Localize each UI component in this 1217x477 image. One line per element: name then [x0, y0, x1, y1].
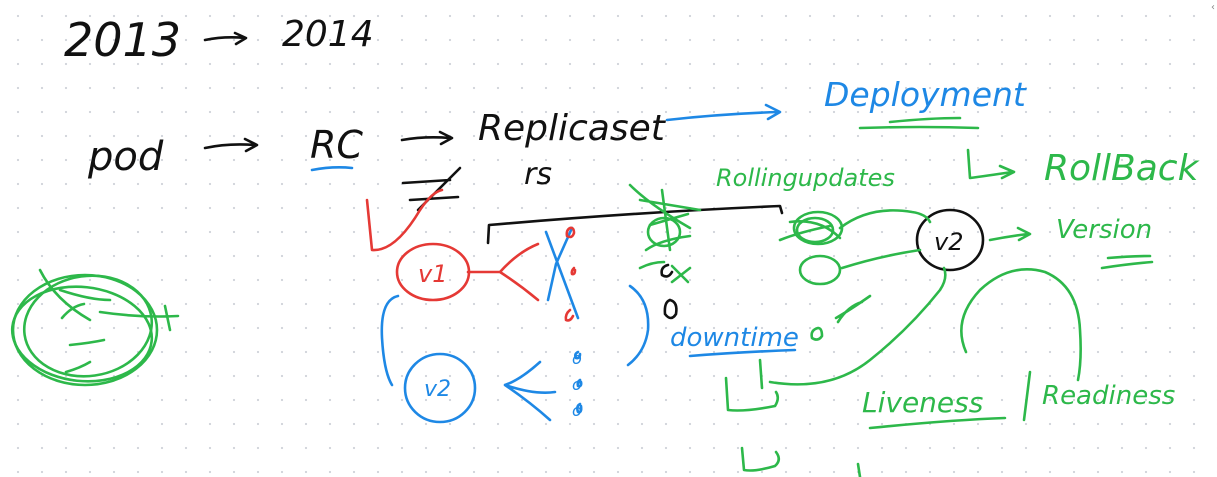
rc-text: RC: [310, 123, 363, 167]
version-text: Version: [1056, 215, 1152, 245]
pod-red-3: [564, 308, 575, 322]
green-tick-bottom: [856, 462, 862, 477]
v1-text: v1: [418, 260, 447, 288]
pod-circle-3: o: [572, 401, 582, 420]
arrow-replicaset-deployment: [665, 103, 782, 122]
blue-fork-v2: [503, 360, 557, 422]
rs-text: rs: [524, 157, 552, 192]
pod-black-1: [660, 263, 674, 278]
green-pod-scribble-2: [778, 210, 844, 246]
deployment-text: Deployment: [824, 75, 1027, 114]
pod-circle-1: o: [572, 349, 582, 368]
downtime-text: downtime: [670, 323, 799, 353]
year-to-text: 2014: [282, 14, 374, 55]
year-from-text: 2013: [64, 13, 181, 67]
green-connect-mid: [840, 248, 922, 270]
red-fork: [466, 242, 540, 302]
replicaset-text: Replicaset: [478, 108, 667, 149]
arrow-year: [203, 31, 248, 46]
liveness-underline: [868, 416, 1007, 430]
whiteboard-canvas[interactable]: 2013 2014 pod RC Replicaset rs Deploymen…: [0, 0, 1217, 477]
readiness-text: Readiness: [1042, 381, 1175, 411]
not-equal-sign: [401, 166, 462, 212]
liveness-text: Liveness: [862, 386, 983, 419]
arrow-rc-replicaset: [400, 130, 454, 146]
pod-black-2: [663, 298, 678, 320]
green-hook-3: [740, 446, 781, 472]
arrow-pod-rc: [203, 137, 259, 153]
rollback-hook: [966, 148, 1016, 180]
pod-red-2: [570, 266, 577, 276]
blue-arc-left: [380, 294, 400, 387]
pod-circle-2: o: [572, 375, 582, 394]
v2-blue-text: v2: [424, 377, 451, 402]
rc-underline: [310, 166, 354, 172]
pod-text: pod: [87, 134, 164, 180]
green-arrow-small-2: [670, 264, 692, 284]
liveness-readiness-divider: [1022, 370, 1032, 422]
deployment-underline: [858, 116, 980, 130]
green-hook-2: [758, 358, 764, 390]
arrow-v2-version: [988, 226, 1032, 242]
blue-bracket-right: [626, 284, 650, 367]
rollback-text: RollBack: [1044, 148, 1201, 189]
green-connect-top: [838, 209, 932, 230]
green-arrow-small-1: [638, 260, 666, 270]
green-downtime-arrow: [834, 294, 872, 324]
green-pod-small: [798, 254, 842, 286]
version-underline: [1100, 254, 1154, 270]
green-arc-right: [960, 268, 1082, 382]
green-pod-scribble-1: [628, 183, 702, 252]
green-downtime-circle: [810, 326, 824, 341]
green-scribble-ball: [10, 268, 180, 387]
bracket-line: [486, 204, 784, 245]
v2-black-text: v2: [934, 228, 963, 256]
rolling-updates-text: Rollingupdates: [716, 164, 895, 192]
